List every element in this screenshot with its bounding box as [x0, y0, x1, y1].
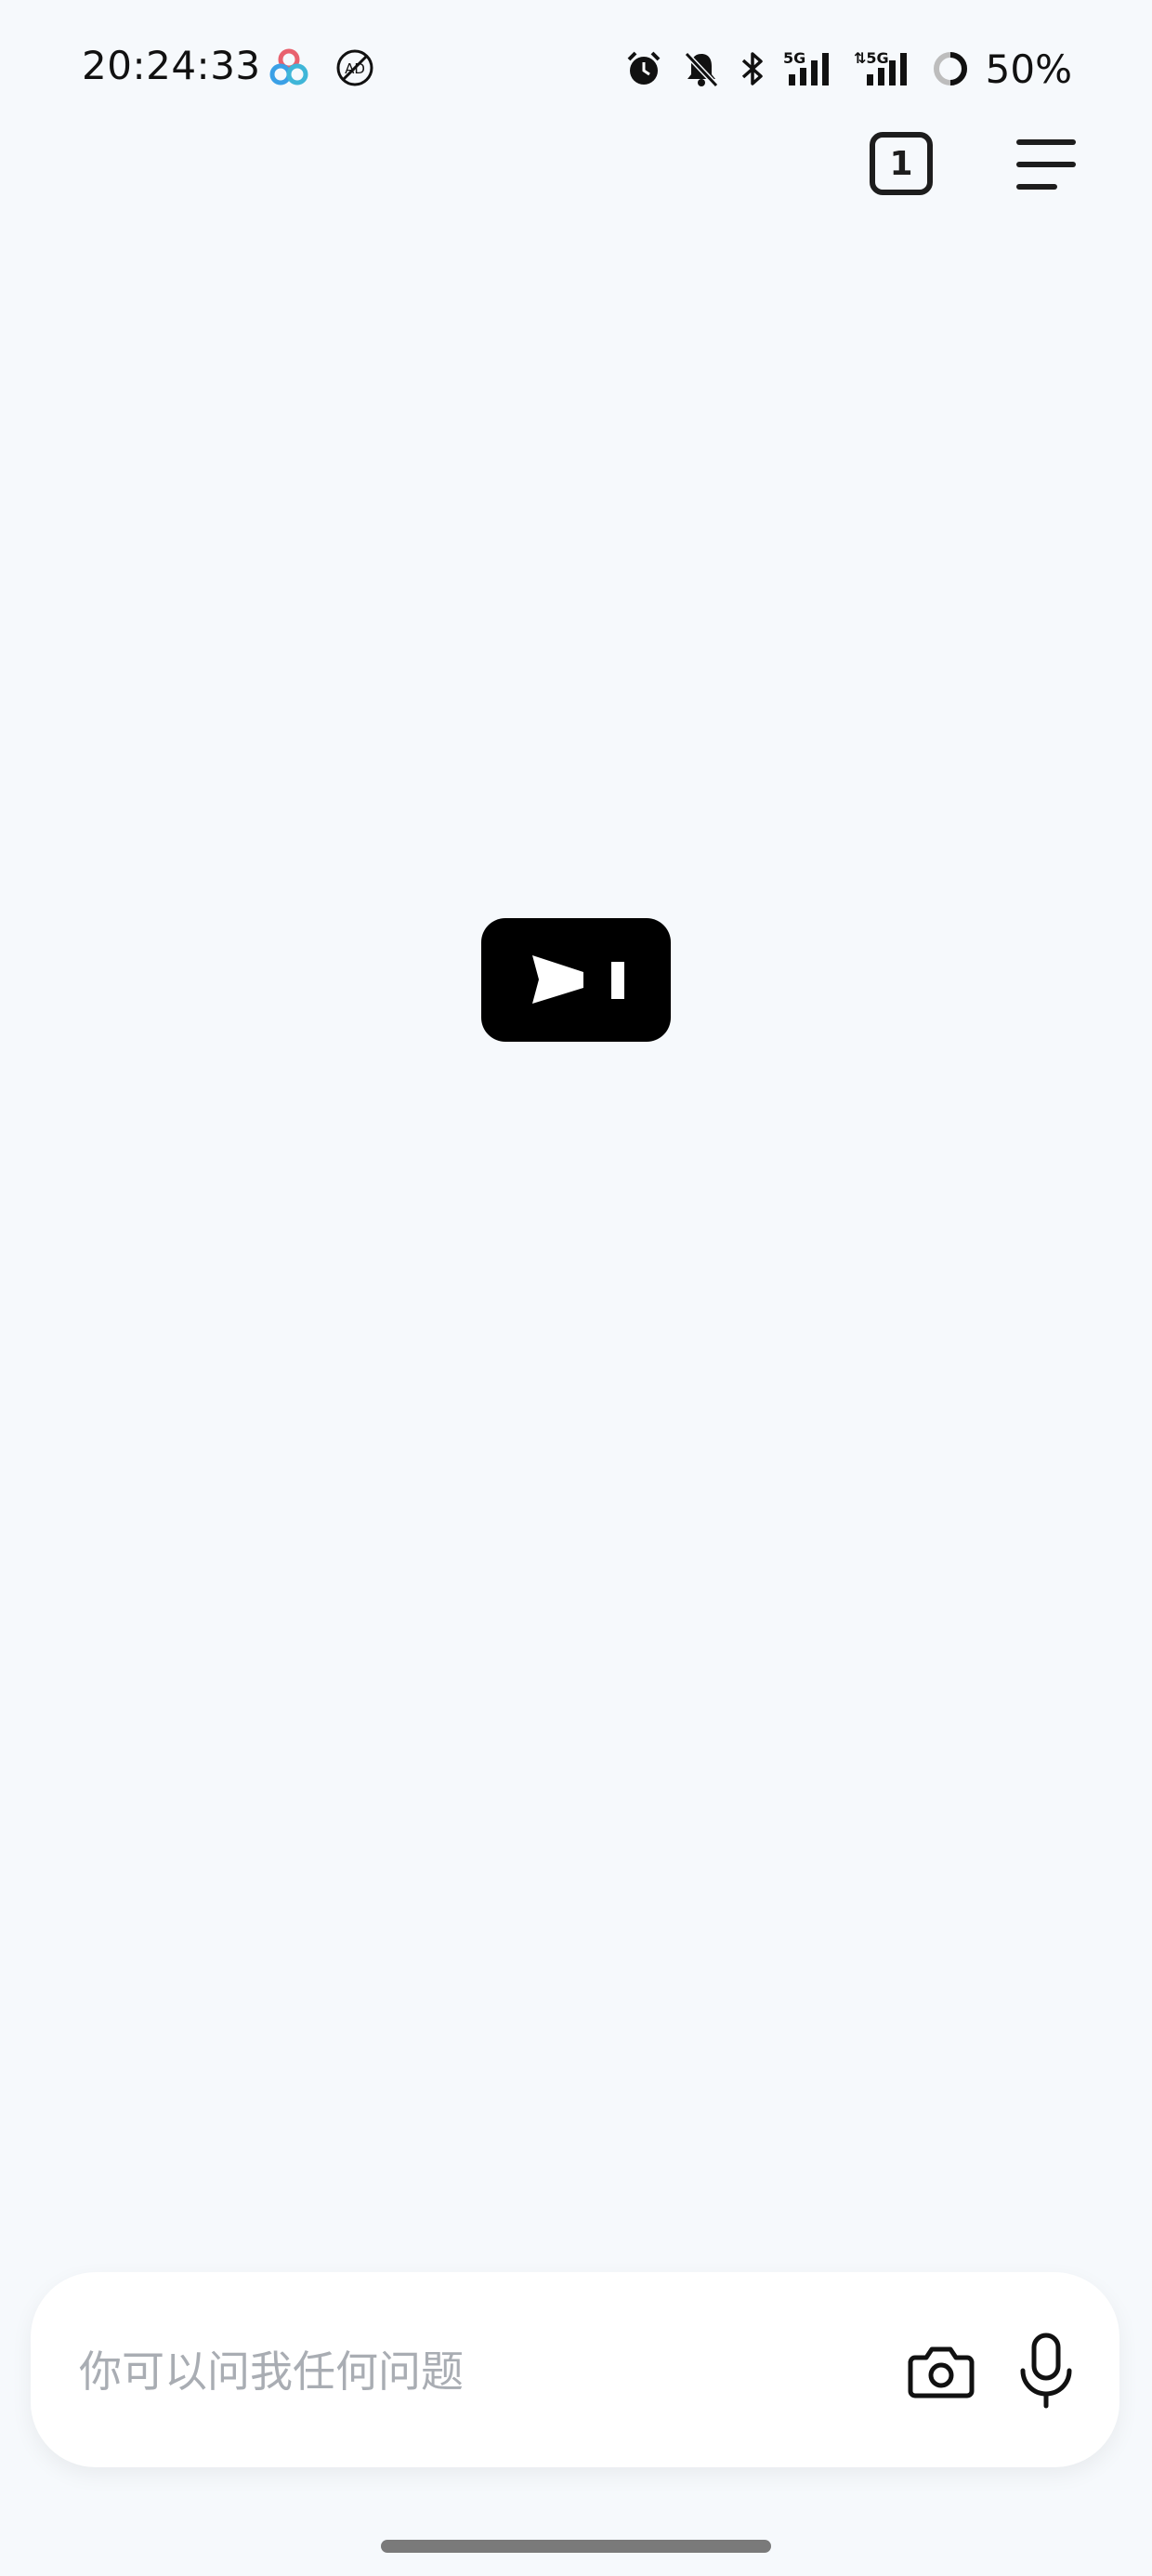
- menu-line: [1016, 184, 1057, 190]
- question-input[interactable]: [77, 2324, 861, 2419]
- camera-icon[interactable]: [904, 2333, 978, 2408]
- ad-block-icon: AD: [334, 47, 375, 92]
- chat-input-bar: [31, 2272, 1119, 2467]
- mute-bell-icon: [681, 48, 722, 89]
- 5g-signal-icon: 5G: [783, 48, 837, 89]
- tab-count-button[interactable]: 1: [870, 132, 933, 195]
- svg-text:5G: 5G: [783, 49, 805, 67]
- menu-line: [1016, 162, 1076, 167]
- microphone-icon[interactable]: [1014, 2328, 1079, 2413]
- terminal-prompt-logo: [481, 918, 671, 1042]
- menu-line: [1016, 139, 1076, 145]
- status-right-icons: 5G ⇅5G 50%: [623, 43, 1072, 95]
- hamburger-menu-icon[interactable]: [1013, 136, 1078, 195]
- svg-text:⇅5G: ⇅5G: [854, 49, 889, 67]
- status-time: 20:24:33: [82, 43, 261, 88]
- alarm-icon: [623, 48, 664, 89]
- 5g-signal-2-icon: ⇅5G: [854, 48, 915, 89]
- tab-count-label: 1: [889, 144, 913, 183]
- bluetooth-icon: [739, 48, 766, 89]
- app-notification-icon: [268, 46, 310, 93]
- battery-percentage: 50%: [985, 46, 1072, 92]
- status-notification-icons: AD: [268, 46, 375, 93]
- home-indicator[interactable]: [381, 2540, 771, 2553]
- battery-icon: [932, 50, 969, 87]
- status-bar: 20:24:33 AD: [0, 0, 1152, 139]
